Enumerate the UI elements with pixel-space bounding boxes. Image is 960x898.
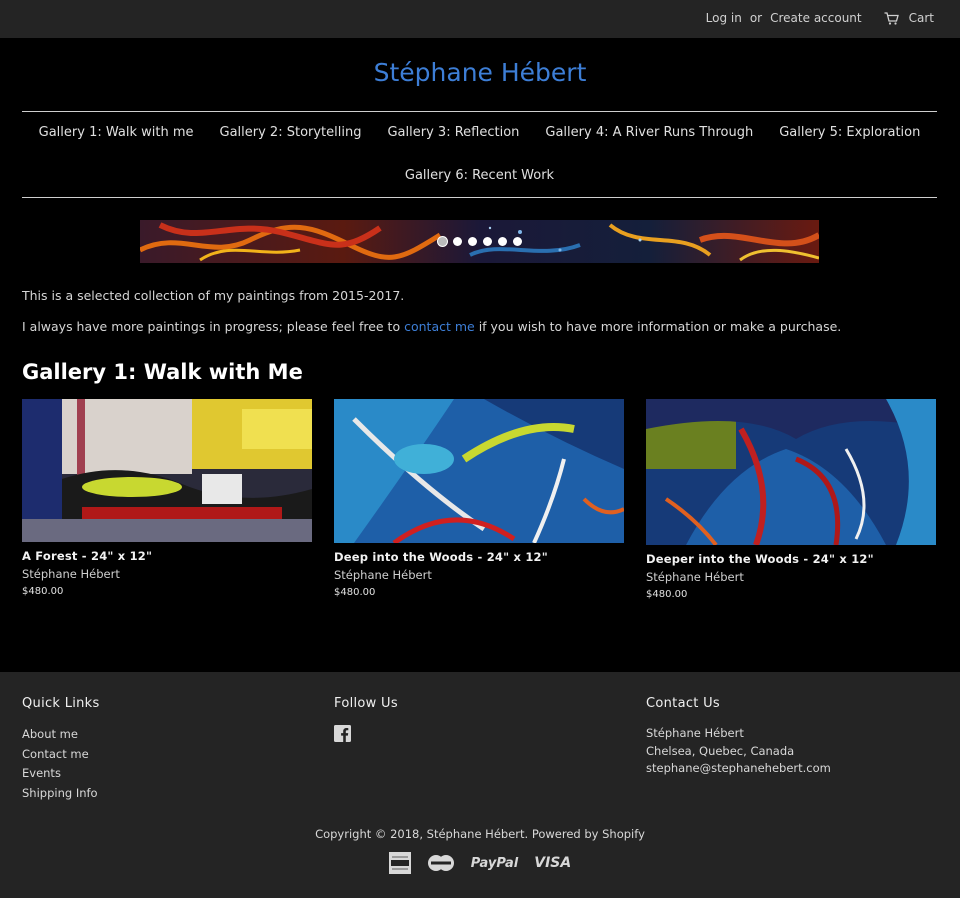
nav-bottom-divider (22, 197, 937, 198)
slide-dot[interactable] (483, 237, 492, 246)
intro-text-before: I always have more paintings in progress… (22, 319, 405, 334)
footer-link-contact[interactable]: Contact me (22, 745, 312, 765)
product-vendor: Stéphane Hébert (22, 567, 120, 581)
slide-dot[interactable] (468, 237, 477, 246)
product-price: $480.00 (646, 589, 688, 600)
top-bar: Log in or Create account Cart (0, 0, 960, 38)
paypal-icon: PayPal (471, 856, 518, 871)
paypal-wordmark: PayPal (470, 855, 519, 871)
facebook-icon[interactable] (334, 725, 351, 742)
nav-gallery-2[interactable]: Gallery 2: Storytelling (220, 125, 362, 140)
footer-link-events[interactable]: Events (22, 764, 312, 784)
product-vendor: Stéphane Hébert (334, 568, 432, 582)
visa-wordmark: VISA (534, 855, 572, 871)
product-image[interactable] (646, 399, 936, 545)
copyright-text: Copyright © 2018, Stéphane Hébert. Power… (315, 827, 645, 841)
login-link[interactable]: Log in (706, 11, 742, 25)
slide-dot[interactable] (453, 237, 462, 246)
nav-gallery-6[interactable]: Gallery 6: Recent Work (405, 168, 554, 183)
contact-me-link[interactable]: contact me (404, 319, 475, 334)
site-title[interactable]: Stéphane Hébert (0, 58, 960, 87)
product-card[interactable]: Deeper into the Woods - 24" x 12" Stépha… (646, 399, 936, 600)
product-price: $480.00 (22, 586, 64, 597)
main-nav-row-2: Gallery 6: Recent Work (22, 168, 937, 183)
contact-location: Chelsea, Quebec, Canada (646, 743, 795, 758)
quick-links-heading: Quick Links (22, 696, 100, 711)
product-image[interactable] (334, 399, 624, 543)
follow-us-column: Follow Us (334, 696, 624, 746)
nav-gallery-5[interactable]: Gallery 5: Exploration (779, 125, 920, 140)
slide-dot[interactable] (513, 237, 522, 246)
or-text: or (749, 11, 763, 25)
nav-gallery-1[interactable]: Gallery 1: Walk with me (39, 125, 194, 140)
intro-paragraph-2: I always have more paintings in progress… (22, 319, 841, 334)
main-nav-row-1: Gallery 1: Walk with me Gallery 2: Story… (22, 125, 937, 140)
gallery-heading: Gallery 1: Walk with Me (22, 360, 303, 384)
product-vendor: Stéphane Hébert (646, 570, 744, 584)
nav-top-divider (22, 111, 937, 112)
product-card[interactable]: Deep into the Woods - 24" x 12" Stéphane… (334, 399, 624, 598)
visa-icon: VISA (534, 855, 571, 871)
contact-us-column: Contact Us Stéphane Hébert Chelsea, Queb… (646, 696, 936, 778)
account-links: Log in or Create account Cart (702, 11, 938, 25)
footer-link-about[interactable]: About me (22, 725, 312, 745)
site-footer: Quick Links About me Contact me Events S… (0, 672, 960, 898)
quick-links-column: Quick Links About me Contact me Events S… (22, 696, 312, 803)
slideshow-pager (0, 237, 960, 246)
product-title[interactable]: Deep into the Woods - 24" x 12" (334, 550, 624, 564)
product-image[interactable] (22, 399, 312, 542)
nav-gallery-4[interactable]: Gallery 4: A River Runs Through (545, 125, 753, 140)
product-title[interactable]: A Forest - 24" x 12" (22, 549, 312, 563)
mastercard-icon (427, 854, 455, 872)
cart-link[interactable]: Cart (884, 11, 938, 25)
product-price: $480.00 (334, 587, 376, 598)
product-card[interactable]: A Forest - 24" x 12" Stéphane Hébert $48… (22, 399, 312, 597)
slide-dot[interactable] (438, 237, 447, 246)
contact-email[interactable]: stephane@stephanehebert.com (646, 760, 936, 778)
intro-paragraph-1: This is a selected collection of my pain… (22, 288, 405, 303)
intro-text-after: if you wish to have more information or … (474, 319, 842, 334)
footer-link-shipping[interactable]: Shipping Info (22, 784, 312, 804)
payment-icons: PayPal VISA (0, 852, 960, 874)
american-express-icon (388, 852, 411, 874)
contact-us-heading: Contact Us (646, 696, 720, 711)
cart-icon (884, 11, 899, 25)
create-account-link[interactable]: Create account (770, 11, 862, 25)
cart-label: Cart (908, 11, 934, 25)
slide-dot[interactable] (498, 237, 507, 246)
nav-gallery-3[interactable]: Gallery 3: Reflection (387, 125, 519, 140)
contact-name: Stéphane Hébert (646, 726, 744, 740)
follow-us-heading: Follow Us (334, 696, 398, 711)
product-title[interactable]: Deeper into the Woods - 24" x 12" (646, 552, 936, 566)
